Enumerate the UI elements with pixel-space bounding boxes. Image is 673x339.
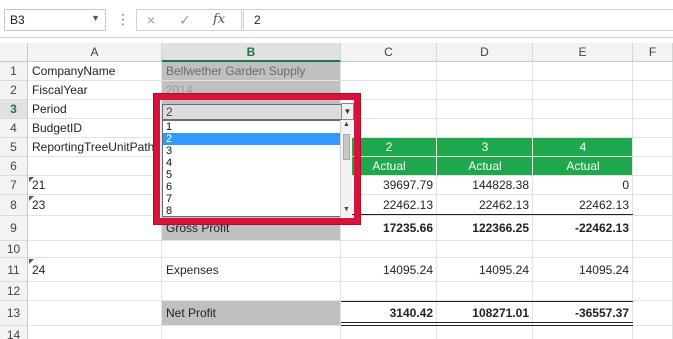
- cell-b11[interactable]: Expenses: [166, 258, 337, 282]
- row-header-7[interactable]: 7: [0, 176, 28, 195]
- row-header-6[interactable]: 6: [0, 157, 28, 176]
- row-header-1[interactable]: 1: [0, 62, 28, 81]
- name-box[interactable]: B3 ▼: [4, 9, 106, 31]
- row-header-8[interactable]: 8: [0, 195, 28, 216]
- cell-e6[interactable]: Actual: [537, 157, 629, 176]
- border-top-row9: [341, 214, 633, 215]
- dropdown-option[interactable]: 2: [163, 133, 351, 145]
- cell-a7[interactable]: 21: [32, 176, 158, 195]
- dropdown-option[interactable]: 7: [163, 193, 351, 205]
- dropdown-option[interactable]: 3: [163, 145, 351, 157]
- column-header-d[interactable]: D: [437, 43, 533, 62]
- column-gridline: [532, 62, 533, 339]
- cell-e7[interactable]: 0: [537, 176, 629, 195]
- dropdown-option[interactable]: 1: [163, 121, 351, 133]
- cell-e11[interactable]: 14095.24: [537, 258, 629, 282]
- column-gridline: [436, 62, 437, 339]
- formula-input[interactable]: 2: [243, 9, 673, 31]
- column-gridline: [632, 62, 633, 339]
- dropdown-option[interactable]: 4: [163, 157, 351, 169]
- row-header-4[interactable]: 4: [0, 119, 28, 138]
- column-header-b[interactable]: B: [162, 43, 341, 62]
- cell-b2[interactable]: 2014: [166, 81, 337, 100]
- cell-a3[interactable]: Period: [32, 100, 158, 119]
- cell-d8[interactable]: 22462.13: [441, 195, 529, 216]
- error-indicator-icon: [29, 196, 34, 201]
- row-header-14[interactable]: 14: [0, 326, 28, 339]
- enter-icon[interactable]: ✓: [179, 12, 191, 29]
- cell-e8[interactable]: 22462.13: [537, 195, 629, 216]
- cell-a1[interactable]: CompanyName: [32, 62, 158, 81]
- row-header-11[interactable]: 11: [0, 258, 28, 282]
- scroll-down-icon[interactable]: ▼: [341, 206, 352, 216]
- dropdown-arrow-button[interactable]: ▼: [341, 103, 354, 120]
- dropdown-option[interactable]: 6: [163, 181, 351, 193]
- cell-d6[interactable]: Actual: [441, 157, 529, 176]
- dropdown-scrollbar[interactable]: ▲ ▼: [340, 120, 352, 217]
- cell-a4[interactable]: BudgetID: [32, 119, 158, 138]
- cell-b1[interactable]: Bellwether Garden Supply: [166, 62, 337, 81]
- dropdown-list: 12345678: [162, 120, 352, 217]
- error-indicator-icon: [29, 177, 34, 182]
- formula-buttons: × ✓ fx: [136, 9, 242, 31]
- cell-c11[interactable]: 14095.24: [345, 258, 433, 282]
- cell-a11[interactable]: 24: [32, 258, 158, 282]
- insert-function-icon[interactable]: fx: [213, 12, 225, 27]
- period-dropdown-field[interactable]: 2: [162, 104, 352, 120]
- formula-bar: B3 ▼ ⋮ × ✓ fx 2: [0, 0, 673, 38]
- cell-c9[interactable]: 17235.66: [345, 216, 433, 241]
- cell-d9[interactable]: 122366.25: [441, 216, 529, 241]
- row-header-9[interactable]: 9: [0, 216, 28, 241]
- row-header-2[interactable]: 2: [0, 81, 28, 100]
- cell-e9[interactable]: -22462.13: [537, 216, 629, 241]
- select-all-corner[interactable]: [0, 43, 28, 62]
- dropdown-option[interactable]: 5: [163, 169, 351, 181]
- column-header-a[interactable]: A: [28, 43, 162, 62]
- cell-d7[interactable]: 144828.38: [441, 176, 529, 195]
- cell-c6[interactable]: Actual: [345, 157, 433, 176]
- dropdown-current-value: 2: [166, 105, 173, 119]
- border-top-row13: [341, 301, 633, 302]
- column-header-c[interactable]: C: [341, 43, 437, 62]
- cell-d5[interactable]: 3: [441, 138, 529, 157]
- scrollbar-thumb[interactable]: [343, 134, 350, 160]
- name-box-value: B3: [10, 13, 25, 27]
- cell-c5[interactable]: 2: [345, 138, 433, 157]
- cell-a5[interactable]: ReportingTreeUnitPath: [32, 138, 158, 157]
- scroll-up-icon[interactable]: ▲: [341, 121, 352, 131]
- cell-b13[interactable]: Net Profit: [166, 301, 337, 326]
- more-options-icon[interactable]: ⋮: [116, 11, 130, 28]
- row-header-12[interactable]: 12: [0, 282, 28, 301]
- cancel-icon[interactable]: ×: [147, 12, 155, 28]
- column-header-f[interactable]: F: [633, 43, 673, 62]
- row-header-3[interactable]: 3: [0, 100, 28, 119]
- chevron-down-icon[interactable]: ▼: [91, 13, 100, 23]
- row-header-10[interactable]: 10: [0, 241, 28, 258]
- cell-d11[interactable]: 14095.24: [441, 258, 529, 282]
- cell-c7[interactable]: 39697.79: [345, 176, 433, 195]
- error-indicator-icon: [29, 259, 34, 264]
- cell-a2[interactable]: FiscalYear: [32, 81, 158, 100]
- cell-e5[interactable]: 4: [537, 138, 629, 157]
- row-header-5[interactable]: 5: [0, 138, 28, 157]
- column-header-e[interactable]: E: [533, 43, 633, 62]
- cell-b9[interactable]: Gross Profit: [166, 216, 337, 241]
- border-double-row13: [341, 322, 633, 326]
- cell-c8[interactable]: 22462.13: [345, 195, 433, 216]
- cell-a8[interactable]: 23: [32, 195, 158, 216]
- dropdown-option[interactable]: 8: [163, 205, 351, 216]
- row-header-13[interactable]: 13: [0, 301, 28, 326]
